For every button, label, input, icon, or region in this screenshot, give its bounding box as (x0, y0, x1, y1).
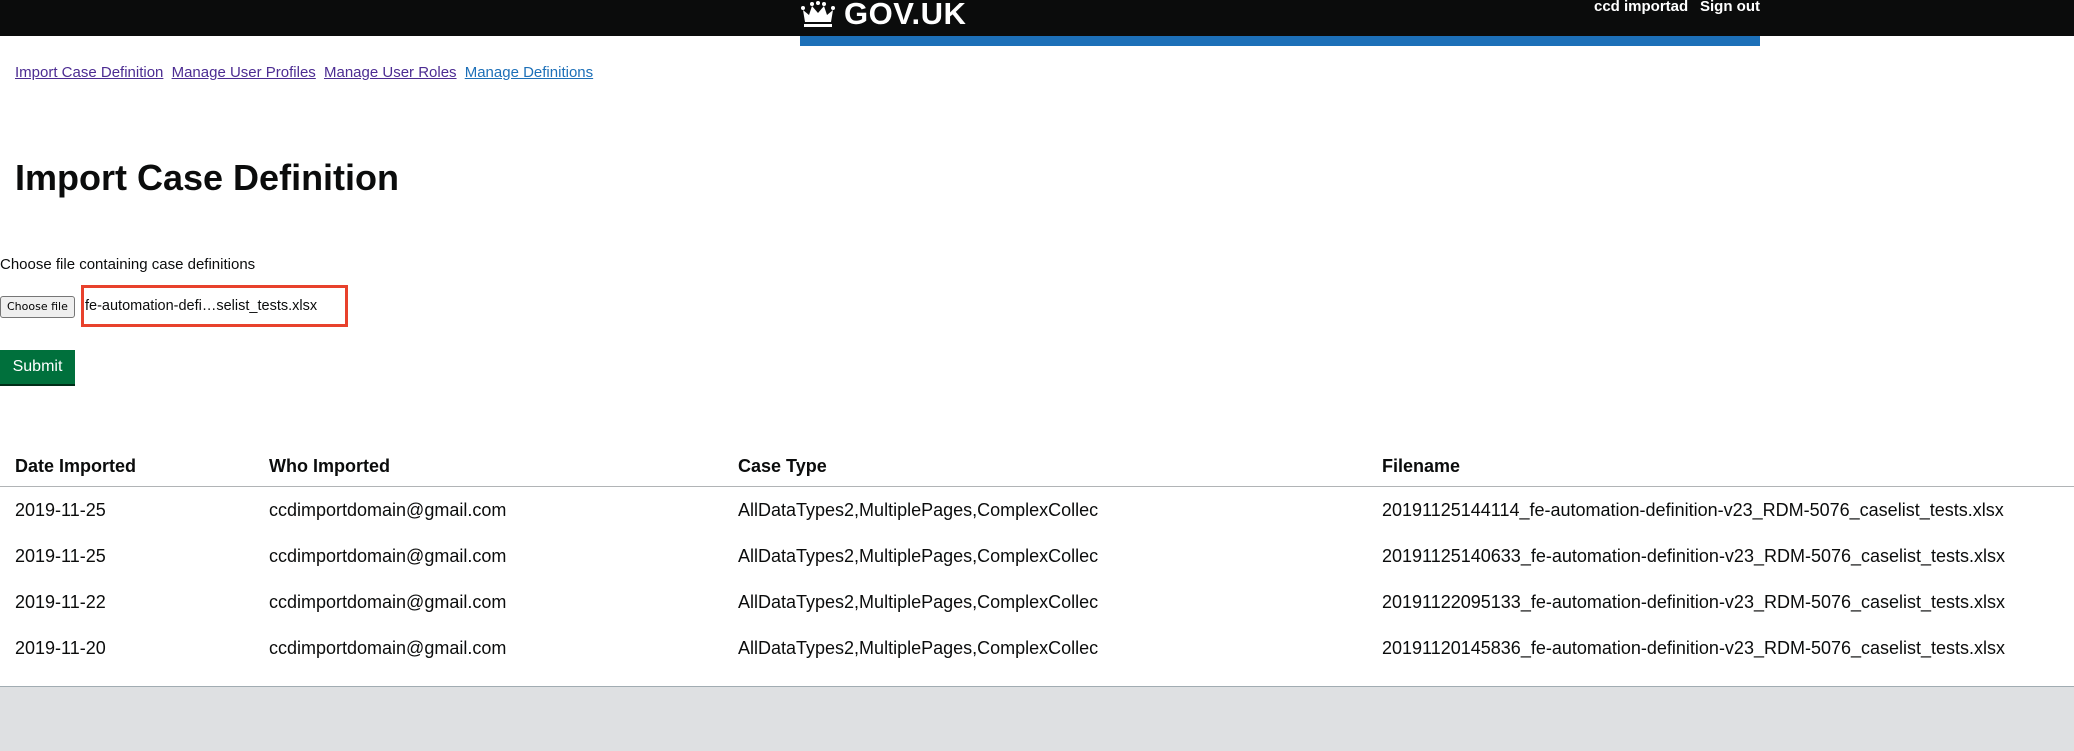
table-row: 2019-11-20 ccdimportdomain@gmail.com All… (0, 625, 2074, 671)
cell-case-type: AllDataTypes2,MultiplePages,ComplexColle… (738, 591, 1099, 612)
nav-link-manage-user-profiles[interactable]: Manage User Profiles (172, 64, 316, 81)
nav-link-import-case-definition[interactable]: Import Case Definition (15, 64, 163, 81)
cell-who-imported: ccdimportdomain@gmail.com (269, 499, 507, 520)
table-header-row: Date Imported Who Imported Case Type Fil… (0, 446, 2074, 487)
site-footer (0, 686, 2074, 751)
column-header-who-imported: Who Imported (269, 446, 738, 487)
govuk-logo[interactable]: GOV.UK (800, 0, 966, 32)
selected-file-name: fe-automation-defi…selist_tests.xlsx (81, 285, 348, 327)
cell-filename: 20191122095133_fe-automation-definition-… (1382, 591, 2006, 612)
site-header: GOV.UK ccd importad Sign out (0, 0, 2074, 36)
nav-link-manage-definitions[interactable]: Manage Definitions (465, 64, 593, 81)
cell-filename: 20191125140633_fe-automation-definition-… (1382, 545, 2006, 566)
column-header-filename: Filename (1382, 446, 2074, 487)
table-row: 2019-11-25 ccdimportdomain@gmail.com All… (0, 487, 2074, 534)
cell-who-imported: ccdimportdomain@gmail.com (269, 545, 507, 566)
cell-case-type: AllDataTypes2,MultiplePages,ComplexColle… (738, 545, 1099, 566)
choose-file-button[interactable]: Choose file (0, 296, 75, 318)
cell-date-imported: 2019-11-25 (15, 545, 106, 566)
selected-file-text: fe-automation-defi…selist_tests.xlsx (85, 298, 318, 314)
cell-who-imported: ccdimportdomain@gmail.com (269, 637, 507, 658)
crown-icon (801, 1, 835, 27)
admin-nav: Import Case Definition Manage User Profi… (15, 63, 597, 83)
page-title: Import Case Definition (15, 157, 400, 198)
cell-filename: 20191120145836_fe-automation-definition-… (1382, 637, 2006, 658)
user-name: ccd importad (1594, 0, 1689, 15)
cell-date-imported: 2019-11-25 (15, 499, 106, 520)
sign-out-link[interactable]: Sign out (1700, 0, 1760, 14)
header-accent-bar (800, 36, 1760, 46)
cell-filename: 20191125144114_fe-automation-definition-… (1382, 499, 2004, 520)
nav-link-manage-user-roles[interactable]: Manage User Roles (324, 64, 457, 81)
column-header-date-imported: Date Imported (0, 446, 269, 487)
cell-case-type: AllDataTypes2,MultiplePages,ComplexColle… (738, 499, 1099, 520)
logo-text: GOV.UK (844, 0, 967, 31)
cell-date-imported: 2019-11-20 (15, 637, 106, 658)
column-header-case-type: Case Type (738, 446, 1382, 487)
table-row: 2019-11-22 ccdimportdomain@gmail.com All… (0, 579, 2074, 625)
cell-who-imported: ccdimportdomain@gmail.com (269, 591, 507, 612)
table-row: 2019-11-25 ccdimportdomain@gmail.com All… (0, 533, 2074, 579)
cell-case-type: AllDataTypes2,MultiplePages,ComplexColle… (738, 637, 1099, 658)
cell-date-imported: 2019-11-22 (15, 591, 106, 612)
file-input-label: Choose file containing case definitions (0, 256, 256, 273)
import-history-table: Date Imported Who Imported Case Type Fil… (0, 446, 2074, 671)
submit-button[interactable]: Submit (0, 350, 75, 384)
